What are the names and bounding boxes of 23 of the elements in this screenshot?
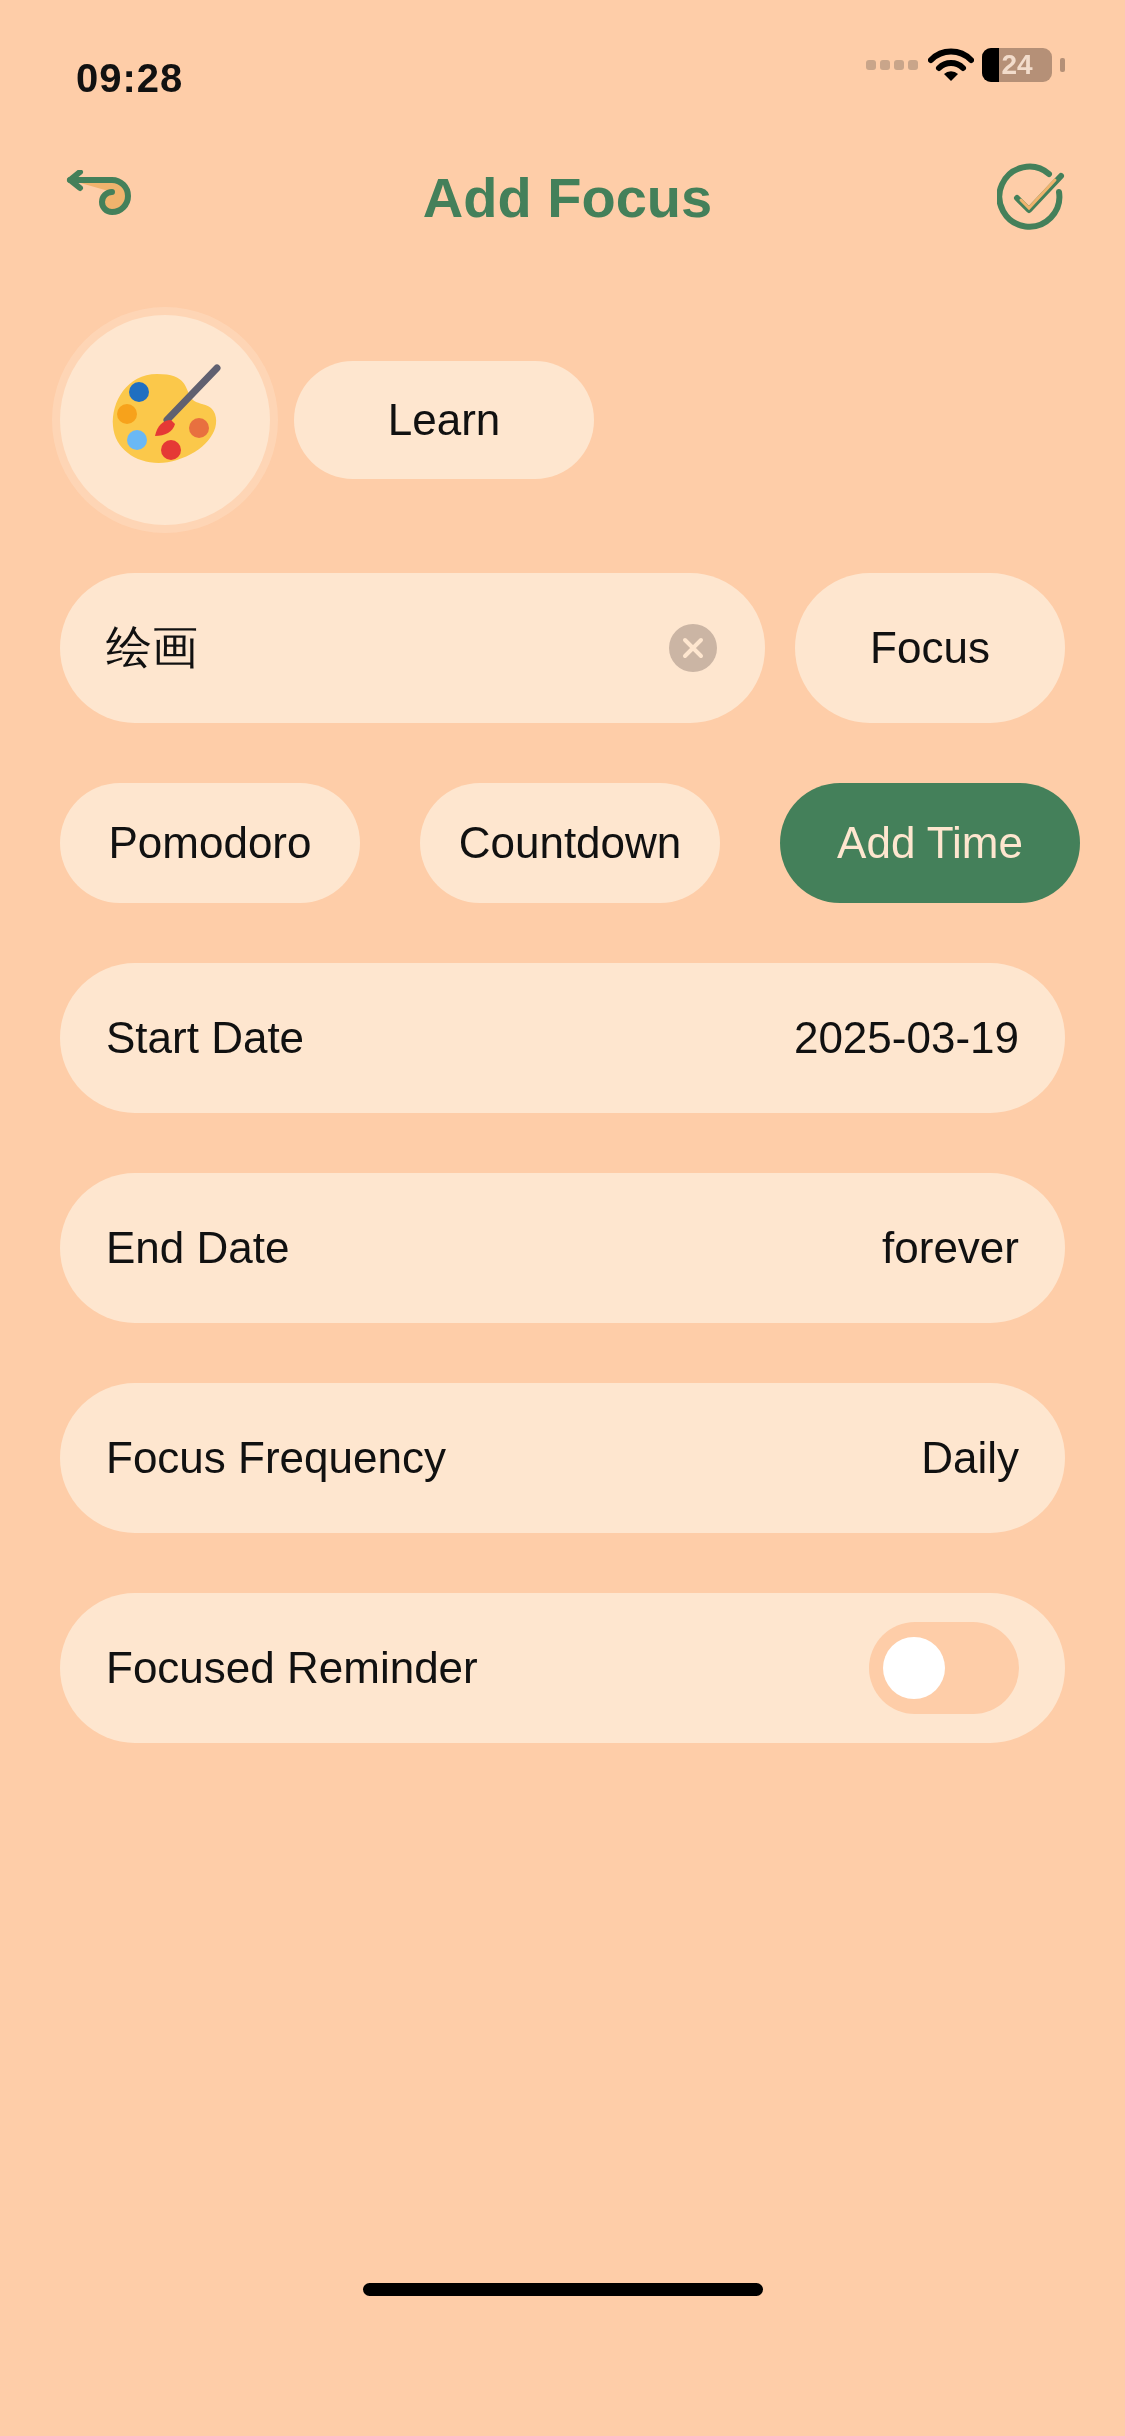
setting-value: 2025-03-19 [793, 1012, 1019, 1064]
wifi-icon [928, 48, 974, 82]
category-button[interactable]: Learn [294, 361, 594, 479]
setting-label: End Date [106, 1222, 290, 1274]
battery-icon: 24 [982, 48, 1052, 82]
setting-row[interactable]: Focus Frequency Daily [60, 1383, 1065, 1533]
setting-label: Focused Reminder [106, 1642, 478, 1694]
setting-row[interactable]: End Date forever [60, 1173, 1065, 1323]
signal-icon [866, 58, 920, 72]
page-title: Add Focus [422, 164, 713, 231]
clock-time: 09:28 [76, 55, 184, 102]
name-field[interactable]: 绘画 [60, 573, 765, 723]
type-button[interactable]: Focus [795, 573, 1065, 723]
setting-label: Focus Frequency [106, 1432, 446, 1484]
setting-value: Daily [921, 1432, 1019, 1484]
setting-value: forever [882, 1222, 1019, 1274]
mode-tab[interactable]: Countdown [420, 783, 720, 903]
mode-tab[interactable]: Add Time [780, 783, 1080, 903]
setting-label: Start Date [106, 1012, 305, 1064]
battery-cap-icon [1060, 58, 1065, 72]
setting-row[interactable]: Start Date 2025-03-19 [60, 963, 1065, 1113]
setting-row[interactable]: Focused Reminder [60, 1593, 1065, 1743]
mode-tab[interactable]: Pomodoro [60, 783, 360, 903]
